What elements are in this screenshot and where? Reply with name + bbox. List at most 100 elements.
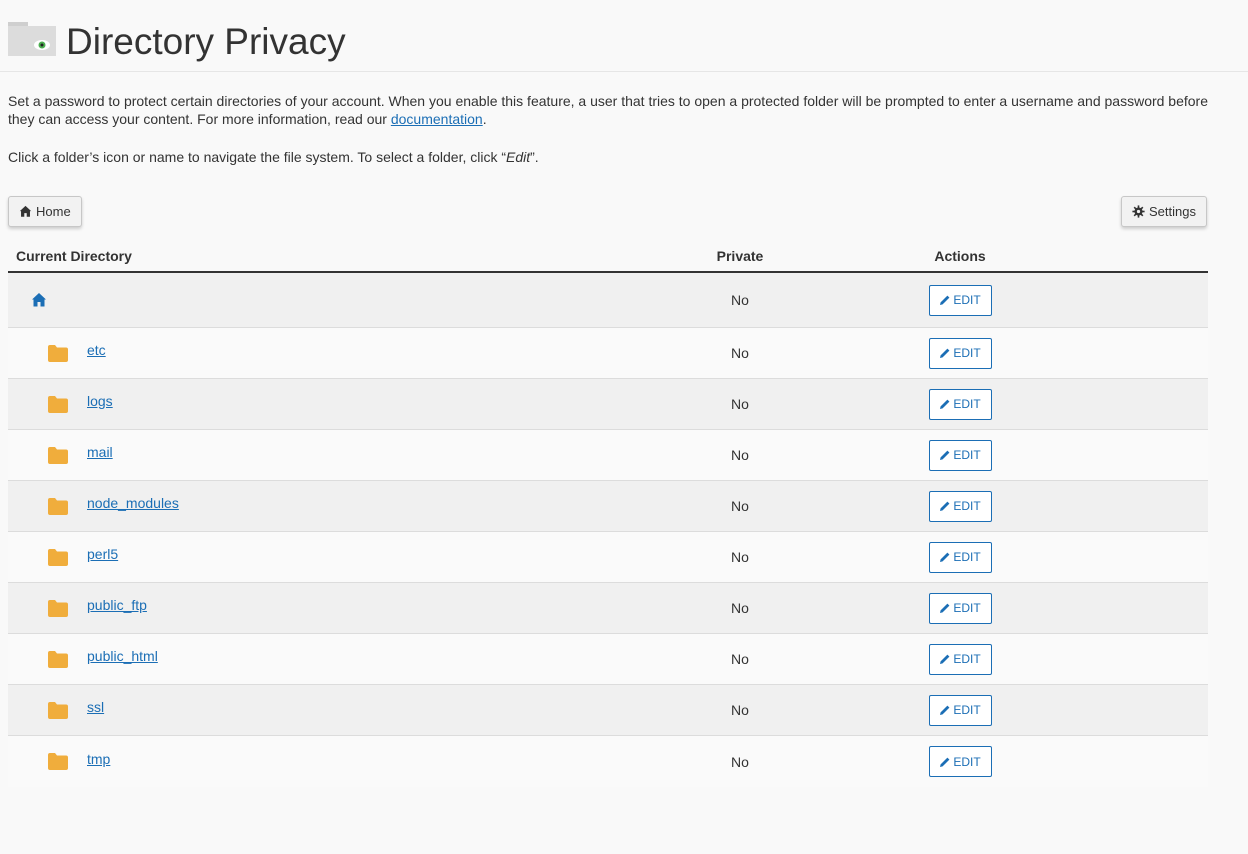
actions-cell: EDIT	[850, 592, 1070, 624]
directory-cell: public_html	[8, 648, 660, 668]
pencil-icon	[940, 501, 950, 511]
pencil-icon	[940, 348, 950, 358]
settings-button-label: Settings	[1149, 204, 1196, 219]
hint-text: Click a folder’s icon or name to navigat…	[8, 149, 507, 165]
table-row-root: No EDIT	[8, 273, 1208, 328]
edit-button[interactable]: EDIT	[928, 694, 992, 726]
home-icon[interactable]	[31, 292, 47, 308]
page-header: Directory Privacy	[0, 0, 1248, 72]
folder-icon[interactable]	[48, 650, 68, 668]
private-status: No	[731, 600, 749, 616]
edit-button-label: EDIT	[953, 754, 981, 769]
table-row: etc No EDIT	[8, 328, 1208, 379]
table-row: ssl No EDIT	[8, 685, 1208, 736]
pencil-icon	[940, 399, 950, 409]
pencil-icon	[940, 603, 950, 613]
folder-icon[interactable]	[48, 753, 68, 770]
directory-link[interactable]: public_html	[87, 648, 158, 664]
edit-button[interactable]: EDIT	[928, 284, 992, 316]
folder-eye-icon	[8, 22, 56, 56]
private-status: No	[731, 498, 749, 514]
private-status: No	[731, 345, 749, 361]
actions-cell: EDIT	[850, 643, 1070, 675]
directory-link[interactable]: etc	[87, 342, 106, 358]
directory-link[interactable]: mail	[87, 444, 113, 460]
pencil-icon	[940, 757, 950, 767]
table-row: logs No EDIT	[8, 379, 1208, 430]
header-actions: Actions	[934, 247, 986, 264]
directory-cell: perl5	[8, 546, 660, 566]
directory-link[interactable]: perl5	[87, 546, 118, 562]
header-private: Private	[716, 247, 764, 264]
private-status: No	[731, 753, 749, 770]
description-end: .	[482, 111, 487, 127]
table-row: tmp No EDIT	[8, 736, 1208, 787]
edit-button[interactable]: EDIT	[928, 746, 992, 777]
edit-button[interactable]: EDIT	[928, 592, 992, 624]
home-button[interactable]: Home	[8, 196, 82, 227]
directory-cell: etc	[8, 342, 660, 362]
directory-cell: node_modules	[8, 495, 660, 515]
directory-cell: mail	[8, 444, 660, 464]
folder-icon[interactable]	[48, 701, 68, 719]
edit-button-label: EDIT	[953, 448, 981, 462]
folder-icon[interactable]	[48, 395, 68, 413]
description-text: Set a password to protect certain direct…	[8, 93, 1209, 127]
documentation-link[interactable]: documentation	[391, 111, 483, 127]
pencil-icon	[940, 450, 950, 460]
pencil-icon	[940, 295, 950, 305]
actions-cell: EDIT	[850, 388, 1070, 420]
directory-cell: ssl	[8, 699, 660, 719]
edit-button-label: EDIT	[953, 346, 981, 360]
directory-link[interactable]: logs	[87, 393, 113, 409]
table-row: perl5 No EDIT	[8, 532, 1208, 583]
edit-button-label: EDIT	[953, 703, 981, 717]
actions-cell: EDIT	[850, 694, 1070, 726]
directory-link[interactable]: ssl	[87, 699, 104, 715]
table-header: Current Directory Private Actions	[8, 240, 1208, 273]
directory-cell: public_ftp	[8, 597, 660, 617]
directory-cell: logs	[8, 393, 660, 413]
folder-icon[interactable]	[48, 548, 68, 566]
page-title: Directory Privacy	[66, 21, 346, 62]
folder-icon[interactable]	[48, 599, 68, 617]
folder-icon[interactable]	[48, 446, 68, 464]
hint-edit-word: Edit	[506, 149, 531, 165]
pencil-icon	[940, 552, 950, 562]
directory-cell: tmp	[8, 751, 660, 770]
edit-button[interactable]: EDIT	[928, 490, 992, 522]
page-description: Set a password to protect certain direct…	[8, 92, 1208, 128]
private-status: No	[731, 396, 749, 412]
edit-button[interactable]: EDIT	[928, 388, 992, 420]
table-row: public_ftp No EDIT	[8, 583, 1208, 634]
edit-button-label: EDIT	[953, 550, 981, 564]
actions-cell: EDIT	[850, 490, 1070, 522]
home-button-label: Home	[36, 204, 71, 219]
directory-link[interactable]: tmp	[87, 751, 110, 767]
private-status: No	[731, 651, 749, 667]
hint-end: ”.	[530, 149, 539, 165]
folder-icon[interactable]	[48, 497, 68, 515]
actions-cell: EDIT	[850, 284, 1070, 316]
edit-button[interactable]: EDIT	[928, 439, 992, 471]
settings-button[interactable]: Settings	[1121, 196, 1207, 227]
edit-button-label: EDIT	[953, 293, 981, 307]
navigation-hint: Click a folder’s icon or name to navigat…	[8, 148, 539, 166]
actions-cell: EDIT	[850, 541, 1070, 573]
pencil-icon	[940, 654, 950, 664]
directory-cell	[8, 292, 660, 308]
directory-link[interactable]: public_ftp	[87, 597, 147, 613]
edit-button-label: EDIT	[953, 499, 981, 513]
private-status: No	[731, 702, 749, 718]
directory-rows: etc No EDIT logs No EDIT mail No EDIT node_module…	[8, 328, 1208, 787]
folder-icon[interactable]	[48, 344, 68, 362]
edit-button-label: EDIT	[953, 397, 981, 411]
edit-button[interactable]: EDIT	[928, 541, 992, 573]
directory-link[interactable]: node_modules	[87, 495, 179, 511]
edit-button-label: EDIT	[953, 652, 981, 666]
edit-button[interactable]: EDIT	[928, 643, 992, 675]
home-icon	[19, 205, 32, 217]
edit-button[interactable]: EDIT	[928, 337, 992, 369]
table-row: public_html No EDIT	[8, 634, 1208, 685]
table-row: mail No EDIT	[8, 430, 1208, 481]
